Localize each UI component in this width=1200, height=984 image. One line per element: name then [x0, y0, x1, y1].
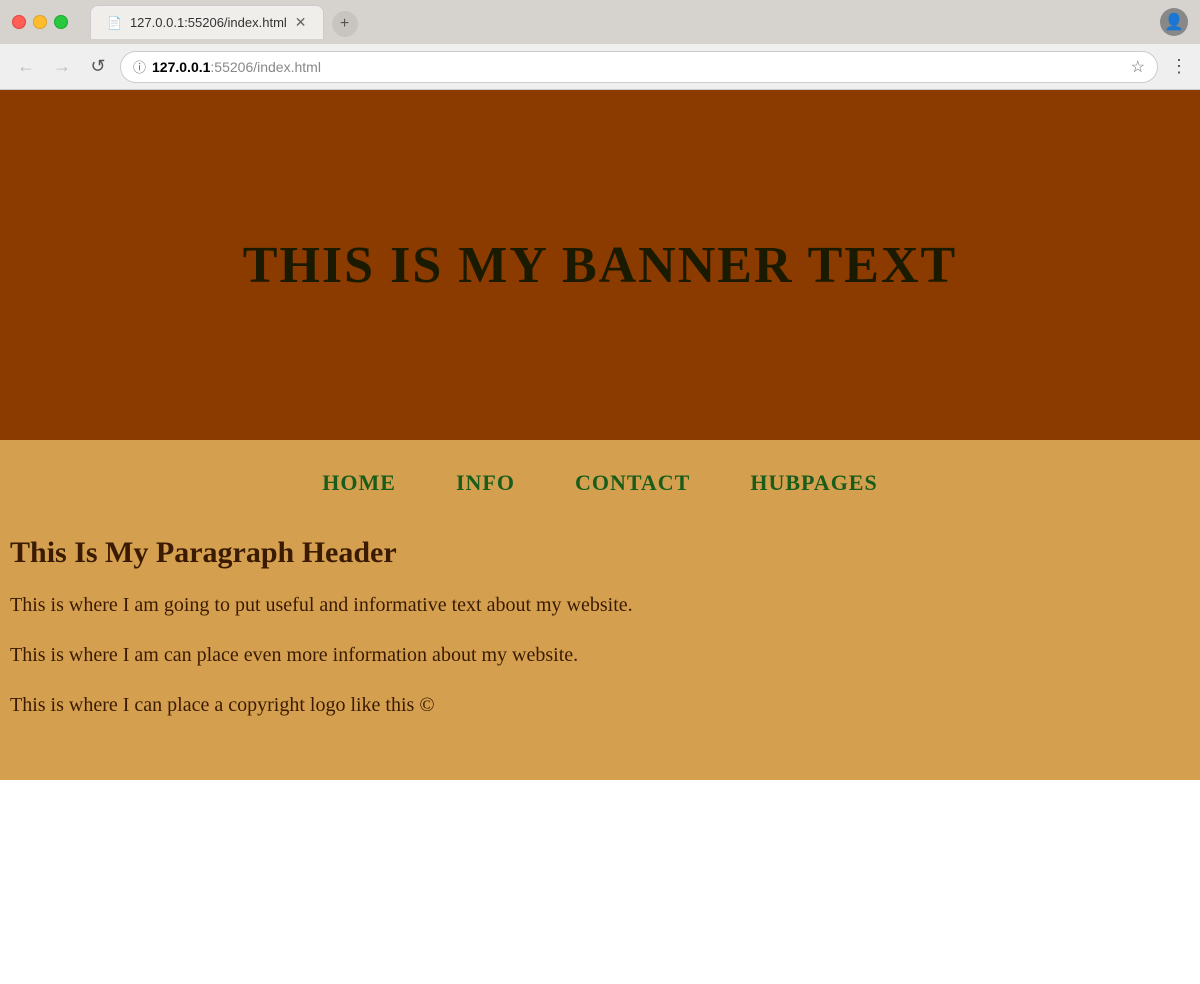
bookmark-icon[interactable]: ☆: [1131, 57, 1145, 77]
address-bar[interactable]: ⓘ 127.0.0.1:55206/index.html ☆: [120, 51, 1158, 83]
nav-link-home[interactable]: HOME: [322, 470, 396, 495]
info-icon: ⓘ: [133, 57, 146, 76]
nav-link-info[interactable]: INFO: [456, 470, 515, 495]
forward-button[interactable]: →: [48, 53, 76, 81]
nav-link-contact[interactable]: CONTACT: [575, 470, 690, 495]
reload-button[interactable]: ↺: [84, 53, 112, 81]
tab-title: 127.0.0.1:55206/index.html: [130, 15, 287, 30]
forward-icon: →: [53, 56, 71, 77]
tab-page-icon: 📄: [107, 16, 122, 30]
new-tab-button[interactable]: +: [332, 11, 358, 37]
traffic-lights: [12, 15, 68, 29]
maximize-button[interactable]: [54, 15, 68, 29]
reload-icon: ↺: [90, 56, 105, 77]
profile-icon-symbol: 👤: [1164, 12, 1184, 32]
nav-item-hubpages[interactable]: HUBPAGES: [750, 470, 877, 496]
nav-item-home[interactable]: HOME: [322, 470, 396, 496]
minimize-button[interactable]: [33, 15, 47, 29]
url-dim: :55206/index.html: [210, 59, 321, 75]
paragraph-header: This Is My Paragraph Header: [10, 536, 1180, 570]
tab-bar: 📄 127.0.0.1:55206/index.html ✕ +: [90, 5, 1142, 39]
active-tab[interactable]: 📄 127.0.0.1:55206/index.html ✕: [90, 5, 324, 39]
website-content: THIS IS MY BANNER TEXT HOME INFO CONTACT…: [0, 90, 1200, 780]
back-button[interactable]: ←: [12, 53, 40, 81]
paragraph-text-3: This is where I can place a copyright lo…: [10, 690, 1180, 720]
back-icon: ←: [17, 56, 35, 77]
banner-text: THIS IS MY BANNER TEXT: [243, 236, 957, 295]
browser-toolbar: ← → ↺ ⓘ 127.0.0.1:55206/index.html ☆ ⋮: [0, 44, 1200, 90]
content-section: This Is My Paragraph Header This is wher…: [0, 516, 1200, 780]
browser-chrome: 📄 127.0.0.1:55206/index.html ✕ + 👤 ← → ↺…: [0, 0, 1200, 90]
banner: THIS IS MY BANNER TEXT: [0, 90, 1200, 440]
nav-link-hubpages[interactable]: HUBPAGES: [750, 470, 877, 495]
menu-icon[interactable]: ⋮: [1170, 56, 1188, 77]
nav-section: HOME INFO CONTACT HUBPAGES: [0, 440, 1200, 516]
paragraph-text-1: This is where I am going to put useful a…: [10, 590, 1180, 620]
nav-item-contact[interactable]: CONTACT: [575, 470, 690, 496]
paragraph-text-2: This is where I am can place even more i…: [10, 640, 1180, 670]
nav-links: HOME INFO CONTACT HUBPAGES: [0, 470, 1200, 496]
url-highlight: 127.0.0.1: [152, 59, 210, 75]
tab-close-button[interactable]: ✕: [295, 14, 307, 31]
close-button[interactable]: [12, 15, 26, 29]
address-bar-text: 127.0.0.1:55206/index.html: [152, 59, 1125, 75]
browser-titlebar: 📄 127.0.0.1:55206/index.html ✕ + 👤: [0, 0, 1200, 44]
profile-icon[interactable]: 👤: [1160, 8, 1188, 36]
nav-item-info[interactable]: INFO: [456, 470, 515, 496]
